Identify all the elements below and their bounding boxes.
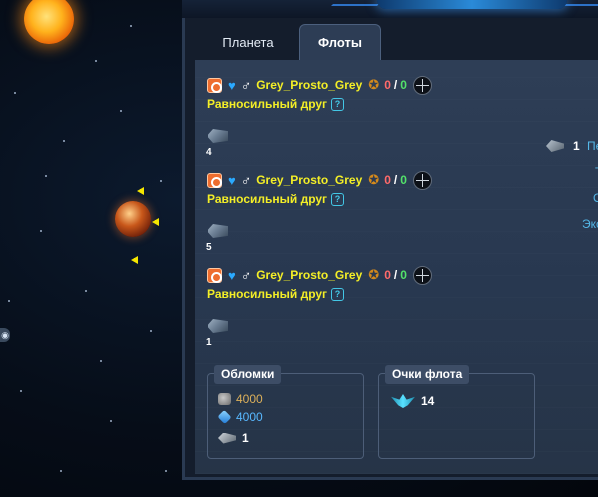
debris-crystal-value: 4000 — [236, 410, 263, 424]
fleet-points-row: 14 — [391, 394, 434, 408]
heart-icon: ♥ — [228, 172, 236, 188]
heart-icon: ♥ — [228, 267, 236, 283]
debris-box: Обломки 4000 4000 1 — [207, 365, 364, 459]
fleet-points-title: Очки флота — [385, 365, 470, 384]
crosshair-icon[interactable] — [412, 265, 432, 285]
tab-fleets[interactable]: Флоты — [299, 24, 381, 60]
side-ship-count: 1 — [573, 139, 580, 153]
relation-label: Равносильный друг — [207, 287, 328, 301]
score-red: 0 — [384, 173, 391, 187]
score-green: 0 — [400, 78, 407, 92]
info-panel: Планета Флоты ♥ ♂ Grey_Prosto_Grey ✪ 0 /… — [182, 18, 598, 480]
score-separator: / — [393, 173, 398, 187]
ship-count: 4 — [206, 147, 212, 158]
metal-icon — [218, 393, 231, 405]
relation-row: Равносильный друг ? — [207, 192, 345, 206]
star-sun[interactable] — [24, 0, 74, 44]
debris-metal-value: 4000 — [236, 392, 263, 406]
alliance-icon — [207, 77, 222, 93]
crosshair-icon[interactable] — [412, 75, 432, 95]
recycler-ship-icon — [218, 432, 236, 444]
help-icon[interactable]: ? — [331, 287, 345, 301]
top-frame-glow — [377, 0, 567, 9]
relation-label: Равносильный друг — [207, 192, 328, 206]
relation-row: Равносильный друг ? — [207, 97, 345, 111]
side-menu-item-1[interactable]: Пер — [587, 139, 598, 153]
fleet-entry: ♥ ♂ Grey_Prosto_Grey ✪ 0 / 0 Равносильны… — [195, 265, 598, 361]
score-green: 0 — [400, 173, 407, 187]
fleet-owner-row: ♥ ♂ Grey_Prosto_Grey ✪ 0 / 0 — [207, 265, 432, 285]
top-frame — [182, 0, 598, 20]
tab-planet[interactable]: Планета — [199, 24, 297, 60]
score-separator: / — [393, 268, 398, 282]
ship-icon[interactable] — [208, 319, 228, 333]
player-name[interactable]: Grey_Prosto_Grey — [256, 173, 362, 187]
fleet-owner-row: ♥ ♂ Grey_Prosto_Grey ✪ 0 / 0 — [207, 75, 432, 95]
score-green: 0 — [400, 268, 407, 282]
ship-count: 1 — [206, 337, 212, 348]
fleet-entry: ♥ ♂ Grey_Prosto_Grey ✪ 0 / 0 Равносильны… — [195, 170, 598, 266]
debris-title: Обломки — [214, 365, 282, 384]
male-icon: ♂ — [240, 172, 252, 188]
fleet-owner-row: ♥ ♂ Grey_Prosto_Grey ✪ 0 / 0 — [207, 170, 432, 190]
side-menu-item-4[interactable]: Экс — [582, 217, 598, 231]
help-icon[interactable]: ? — [331, 192, 345, 206]
debris-ships[interactable]: 1 — [218, 431, 249, 445]
fleet-marker[interactable] — [152, 218, 159, 226]
eye-icon[interactable]: ◉ — [0, 328, 10, 342]
ship-icon[interactable] — [208, 224, 228, 238]
help-icon[interactable]: ? — [331, 97, 345, 111]
male-icon: ♂ — [240, 77, 252, 93]
alliance-icon — [207, 267, 222, 283]
crosshair-icon[interactable] — [412, 170, 432, 190]
rank-badge-icon: ✪ — [368, 172, 380, 187]
planet[interactable] — [115, 201, 151, 237]
score-separator: / — [393, 78, 398, 92]
rank-badge-icon: ✪ — [368, 77, 380, 92]
alliance-icon — [207, 172, 222, 188]
debris-metal: 4000 — [218, 392, 263, 406]
debris-crystal: 4000 — [217, 409, 263, 425]
score-red: 0 — [384, 268, 391, 282]
male-icon: ♂ — [240, 267, 252, 283]
ship-icon[interactable] — [208, 129, 228, 143]
relation-row: Равносильный друг ? — [207, 287, 345, 301]
fleet-marker[interactable] — [137, 187, 144, 195]
rank-badge-icon: ✪ — [368, 267, 380, 282]
fleets-content: ♥ ♂ Grey_Prosto_Grey ✪ 0 / 0 Равносильны… — [195, 60, 598, 474]
fleet-marker[interactable] — [131, 256, 138, 264]
ship-count: 5 — [206, 242, 212, 253]
debris-ships-count: 1 — [242, 431, 249, 445]
wings-icon — [391, 394, 415, 408]
player-name[interactable]: Grey_Prosto_Grey — [256, 268, 362, 282]
fleet-points-value: 14 — [421, 394, 435, 408]
side-menu-item-3[interactable]: О — [593, 191, 598, 205]
crystal-icon — [217, 409, 232, 425]
score-red: 0 — [384, 78, 391, 92]
player-name[interactable]: Grey_Prosto_Grey — [256, 78, 362, 92]
fleet-entry: ♥ ♂ Grey_Prosto_Grey ✪ 0 / 0 Равносильны… — [195, 75, 598, 171]
heart-icon: ♥ — [228, 77, 236, 93]
fleet-points-box: Очки флота 14 — [378, 365, 535, 459]
relation-label: Равносильный друг — [207, 97, 328, 111]
